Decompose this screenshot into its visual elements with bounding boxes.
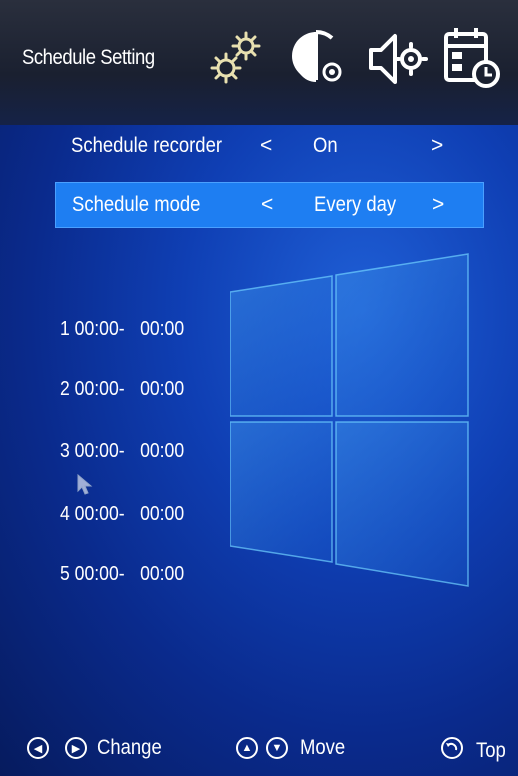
top-hint: Top <box>440 736 510 766</box>
schedule-end-time[interactable]: 00:00 <box>140 440 184 463</box>
schedule-index: 1 <box>60 318 70 340</box>
schedule-index: 2 <box>60 378 70 400</box>
schedule-separator: - <box>118 503 125 525</box>
schedule-start-time[interactable]: 00:00 <box>75 318 119 341</box>
right-arrow-icon: ▶ <box>65 737 87 759</box>
schedule-separator: - <box>118 440 125 462</box>
schedule-separator: - <box>118 318 125 340</box>
schedule-end-time[interactable]: 00:00 <box>140 563 184 586</box>
schedule-mode-prev-arrow[interactable]: < <box>261 193 273 217</box>
schedule-entry-4[interactable]: 4 00:00- 00:00 <box>60 503 184 526</box>
schedule-recorder-row[interactable]: Schedule recorder < On > <box>55 124 482 168</box>
schedule-separator: - <box>118 378 125 400</box>
schedule-mode-label: Schedule mode <box>72 193 201 216</box>
return-icon <box>440 736 464 766</box>
schedule-separator: - <box>118 563 125 585</box>
up-arrow-icon: ▲ <box>236 737 258 759</box>
schedule-end-time[interactable]: 00:00 <box>140 318 184 341</box>
schedule-mode-next-arrow[interactable]: > <box>432 193 444 217</box>
schedule-mode-row[interactable]: Schedule mode < Every day > <box>55 182 484 228</box>
schedule-index: 5 <box>60 563 70 585</box>
schedule-start-time[interactable]: 00:00 <box>75 378 119 401</box>
system-settings-icon[interactable] <box>204 24 270 94</box>
schedule-end-time[interactable]: 00:00 <box>140 503 184 526</box>
audio-settings-icon[interactable] <box>365 24 429 94</box>
schedule-index: 4 <box>60 503 70 525</box>
schedule-end-time[interactable]: 00:00 <box>140 378 184 401</box>
schedule-recorder-next-arrow[interactable]: > <box>431 134 443 158</box>
display-settings-icon[interactable] <box>288 24 348 94</box>
page-title: Schedule Setting <box>22 46 155 69</box>
schedule-start-time[interactable]: 00:00 <box>75 503 119 526</box>
left-arrow-icon: ◀ <box>27 737 49 759</box>
down-arrow-icon: ▼ <box>266 737 288 759</box>
schedule-entry-5[interactable]: 5 00:00- 00:00 <box>60 563 184 586</box>
mouse-pointer-icon <box>77 473 93 501</box>
header-bar: Schedule Setting <box>0 0 518 125</box>
schedule-entry-3[interactable]: 3 00:00- 00:00 <box>60 440 184 463</box>
top-label: Top <box>476 739 506 762</box>
windows-logo-wallpaper <box>229 250 470 595</box>
schedule-start-time[interactable]: 00:00 <box>75 440 119 463</box>
schedule-recorder-prev-arrow[interactable]: < <box>260 134 272 158</box>
move-label: Move <box>300 736 346 759</box>
schedule-index: 3 <box>60 440 70 462</box>
schedule-recorder-value: On <box>313 134 338 157</box>
change-hint: ◀ ▶ Change <box>27 736 171 760</box>
schedule-entry-1[interactable]: 1 00:00- 00:00 <box>60 318 184 341</box>
schedule-calendar-icon[interactable] <box>440 24 504 94</box>
schedule-entry-2[interactable]: 2 00:00- 00:00 <box>60 378 184 401</box>
change-label: Change <box>97 736 162 759</box>
schedule-start-time[interactable]: 00:00 <box>75 563 119 586</box>
move-hint: ▲ ▼ Move <box>236 736 351 760</box>
schedule-recorder-label: Schedule recorder <box>71 134 223 157</box>
schedule-mode-value: Every day <box>314 193 397 216</box>
